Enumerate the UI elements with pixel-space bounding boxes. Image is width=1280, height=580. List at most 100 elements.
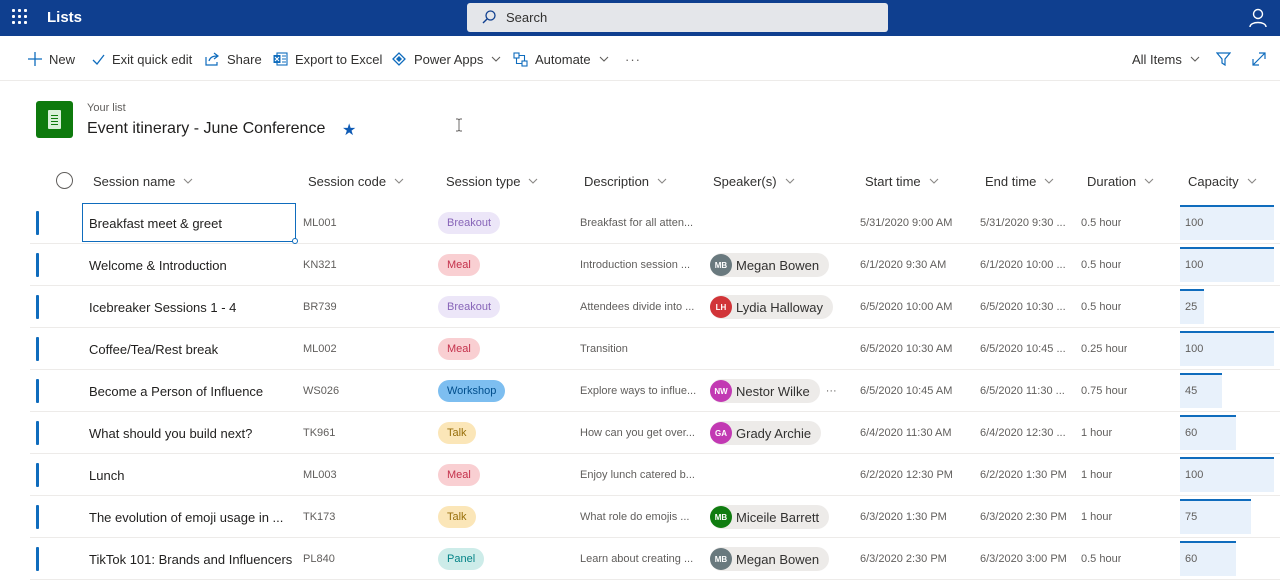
speaker-persona[interactable]: NW Nestor Wilke — [710, 379, 820, 403]
capacity-cell[interactable]: 75 — [1185, 496, 1197, 538]
table-row[interactable]: Lunch ML003 Meal Enjoy lunch catered b... 6/… — [30, 454, 1280, 496]
description-cell[interactable]: Transition — [580, 328, 700, 370]
speaker-cell[interactable]: MB Miceile Barrett — [710, 496, 830, 538]
speaker-cell[interactable]: NW Nestor Wilke ··· — [710, 370, 837, 412]
export-to-excel-button[interactable]: Export to Excel — [273, 37, 382, 81]
select-all-checkbox[interactable] — [56, 172, 73, 189]
session-type-cell[interactable]: Panel — [438, 538, 485, 580]
session-type-cell[interactable]: Meal — [438, 244, 480, 286]
new-button[interactable]: New — [28, 37, 75, 81]
session-type-cell[interactable]: Talk — [438, 496, 476, 538]
description-cell[interactable]: Enjoy lunch catered b... — [580, 454, 700, 496]
view-selector[interactable]: All Items — [1132, 37, 1200, 81]
table-row[interactable]: Welcome & Introduction KN321 Meal Introduct… — [30, 244, 1280, 286]
session-type-cell[interactable]: Breakout — [438, 286, 501, 328]
duration-cell[interactable]: 0.5 hour — [1081, 202, 1121, 244]
session-name-cell[interactable]: TikTok 101: Brands and Influencers — [89, 538, 294, 580]
table-row[interactable]: The evolution of emoji usage in ... TK173… — [30, 496, 1280, 538]
column-header-capacity[interactable]: Capacity — [1188, 166, 1257, 196]
description-cell[interactable]: Introduction session ... — [580, 244, 700, 286]
speaker-cell[interactable]: MB Megan Bowen — [710, 244, 830, 286]
duration-cell[interactable]: 0.75 hour — [1081, 370, 1127, 412]
session-name-cell[interactable]: Coffee/Tea/Rest break — [89, 328, 294, 370]
start-time-cell[interactable]: 6/4/2020 11:30 AM — [860, 412, 952, 454]
capacity-cell[interactable]: 100 — [1185, 202, 1203, 244]
column-header-start-time[interactable]: Start time — [865, 166, 939, 196]
table-row[interactable]: Become a Person of Influence WS026 Worksho… — [30, 370, 1280, 412]
end-time-cell[interactable]: 6/1/2020 10:00 ... — [980, 244, 1072, 286]
start-time-cell[interactable]: 6/5/2020 10:00 AM — [860, 286, 952, 328]
description-cell[interactable]: Attendees divide into ... — [580, 286, 700, 328]
end-time-cell[interactable]: 6/4/2020 12:30 ... — [980, 412, 1072, 454]
session-code-cell[interactable]: BR739 — [303, 286, 337, 328]
start-time-cell[interactable]: 6/5/2020 10:45 AM — [860, 370, 952, 412]
session-code-cell[interactable]: ML002 — [303, 328, 337, 370]
speaker-cell[interactable]: GA Grady Archie — [710, 412, 822, 454]
session-name-cell[interactable]: Icebreaker Sessions 1 - 4 — [89, 286, 294, 328]
table-row[interactable]: What should you build next? TK961 Talk How … — [30, 412, 1280, 454]
exit-quick-edit-button[interactable]: Exit quick edit — [92, 37, 192, 81]
capacity-cell[interactable]: 60 — [1185, 412, 1197, 454]
session-type-cell[interactable]: Meal — [438, 328, 480, 370]
user-icon[interactable] — [1248, 8, 1268, 28]
session-name-cell[interactable]: The evolution of emoji usage in ... — [89, 496, 294, 538]
speaker-persona[interactable]: MB Miceile Barrett — [710, 505, 830, 529]
session-type-cell[interactable]: Talk — [438, 412, 476, 454]
favorite-star-icon[interactable]: ★ — [342, 120, 356, 140]
column-header-speaker-s[interactable]: Speaker(s) — [713, 166, 795, 196]
duration-cell[interactable]: 1 hour — [1081, 412, 1112, 454]
description-cell[interactable]: Explore ways to influe... — [580, 370, 700, 412]
speaker-persona[interactable]: GA Grady Archie — [710, 421, 822, 445]
fill-handle[interactable] — [292, 238, 298, 244]
description-cell[interactable]: How can you get over... — [580, 412, 700, 454]
speaker-persona[interactable]: MB Megan Bowen — [710, 547, 830, 571]
column-header-description[interactable]: Description — [584, 166, 667, 196]
session-code-cell[interactable]: KN321 — [303, 244, 337, 286]
session-code-cell[interactable]: ML001 — [303, 202, 337, 244]
session-code-cell[interactable]: WS026 — [303, 370, 339, 412]
session-code-cell[interactable]: PL840 — [303, 538, 335, 580]
capacity-cell[interactable]: 25 — [1185, 286, 1197, 328]
description-cell[interactable]: What role do emojis ... — [580, 496, 700, 538]
duration-cell[interactable]: 0.25 hour — [1081, 328, 1127, 370]
column-header-session-name[interactable]: Session name — [93, 166, 193, 196]
column-header-session-type[interactable]: Session type — [446, 166, 538, 196]
column-header-session-code[interactable]: Session code — [308, 166, 404, 196]
automate-button[interactable]: Automate — [513, 37, 609, 81]
session-type-cell[interactable]: Breakout — [438, 202, 501, 244]
capacity-cell[interactable]: 100 — [1185, 328, 1203, 370]
more-speakers-icon[interactable]: ··· — [826, 385, 837, 397]
duration-cell[interactable]: 0.5 hour — [1081, 538, 1121, 580]
speaker-cell[interactable]: LH Lydia Halloway — [710, 286, 833, 328]
end-time-cell[interactable]: 6/5/2020 10:30 ... — [980, 286, 1072, 328]
app-title[interactable]: Lists — [47, 9, 82, 26]
session-type-cell[interactable]: Workshop — [438, 370, 506, 412]
speaker-persona[interactable]: MB Megan Bowen — [710, 253, 830, 277]
session-name-cell[interactable]: Welcome & Introduction — [89, 244, 294, 286]
end-time-cell[interactable]: 6/3/2020 3:00 PM — [980, 538, 1072, 580]
table-row[interactable]: Coffee/Tea/Rest break ML002 Meal Transition… — [30, 328, 1280, 370]
end-time-cell[interactable]: 6/5/2020 10:45 ... — [980, 328, 1072, 370]
capacity-cell[interactable]: 100 — [1185, 454, 1203, 496]
end-time-cell[interactable]: 6/5/2020 11:30 ... — [980, 370, 1072, 412]
share-button[interactable]: Share — [205, 37, 262, 81]
capacity-cell[interactable]: 100 — [1185, 244, 1203, 286]
session-code-cell[interactable]: TK961 — [303, 412, 335, 454]
column-header-duration[interactable]: Duration — [1087, 166, 1154, 196]
end-time-cell[interactable]: 6/3/2020 2:30 PM — [980, 496, 1072, 538]
session-name-cell[interactable]: Become a Person of Influence — [89, 370, 294, 412]
duration-cell[interactable]: 1 hour — [1081, 454, 1112, 496]
duration-cell[interactable]: 0.5 hour — [1081, 286, 1121, 328]
speaker-cell[interactable]: MB Megan Bowen — [710, 538, 830, 580]
search-box[interactable]: Search — [467, 3, 888, 32]
start-time-cell[interactable]: 6/3/2020 2:30 PM — [860, 538, 947, 580]
column-header-end-time[interactable]: End time — [985, 166, 1054, 196]
session-code-cell[interactable]: ML003 — [303, 454, 337, 496]
end-time-cell[interactable]: 5/31/2020 9:30 ... — [980, 202, 1072, 244]
description-cell[interactable]: Learn about creating ... — [580, 538, 700, 580]
session-type-cell[interactable]: Meal — [438, 454, 480, 496]
table-row[interactable]: Icebreaker Sessions 1 - 4 BR739 Breakout At… — [30, 286, 1280, 328]
session-name-cell[interactable]: What should you build next? — [89, 412, 294, 454]
app-launcher-icon[interactable] — [12, 9, 30, 27]
duration-cell[interactable]: 1 hour — [1081, 496, 1112, 538]
